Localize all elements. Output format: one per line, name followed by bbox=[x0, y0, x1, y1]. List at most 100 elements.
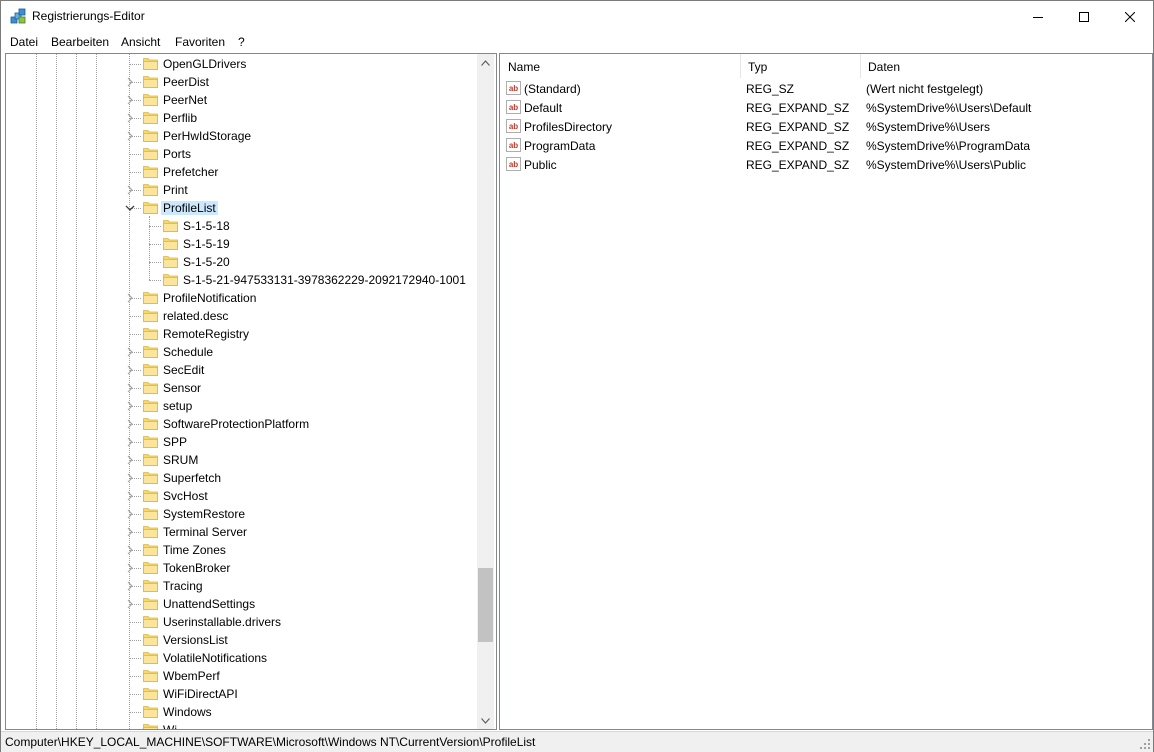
chevron-right-icon[interactable] bbox=[125, 580, 135, 592]
tree-item[interactable]: S-1-5-18 bbox=[6, 217, 476, 235]
folder-icon bbox=[143, 58, 158, 70]
scroll-down-button[interactable] bbox=[477, 712, 494, 729]
tree-item[interactable]: RemoteRegistry bbox=[6, 325, 476, 343]
tree-item[interactable]: Tracing bbox=[6, 577, 476, 595]
value-row[interactable]: ab (Standard) REG_SZ (Wert nicht festgelegt… bbox=[500, 79, 1150, 98]
tree-item[interactable]: SystemRestore bbox=[6, 505, 476, 523]
chevron-right-icon[interactable] bbox=[125, 292, 135, 304]
tree-connector bbox=[129, 658, 141, 659]
chevron-right-icon[interactable] bbox=[125, 346, 135, 358]
folder-icon bbox=[143, 526, 158, 538]
tree-item[interactable]: SoftwareProtectionPlatform bbox=[6, 415, 476, 433]
menu-datei[interactable]: Datei bbox=[10, 35, 38, 49]
chevron-right-icon[interactable] bbox=[125, 418, 135, 430]
chevron-right-icon[interactable] bbox=[125, 184, 135, 196]
resize-grip-icon[interactable] bbox=[1139, 738, 1151, 750]
menu-ansicht[interactable]: Ansicht bbox=[121, 35, 160, 49]
chevron-down-icon[interactable] bbox=[125, 202, 135, 214]
value-list-pane[interactable]: Name Typ Daten ab (Standard) REG_SZ (Wert n… bbox=[499, 53, 1153, 730]
chevron-right-icon[interactable] bbox=[125, 436, 135, 448]
chevron-right-icon[interactable] bbox=[125, 598, 135, 610]
scroll-thumb[interactable] bbox=[478, 568, 493, 642]
tree-item[interactable]: PeerDist bbox=[6, 73, 476, 91]
tree-item[interactable]: related.desc bbox=[6, 307, 476, 325]
tree-item[interactable]: Terminal Server bbox=[6, 523, 476, 541]
value-row[interactable]: ab ProfilesDirectory REG_EXPAND_SZ %SystemD… bbox=[500, 117, 1150, 136]
tree-item[interactable]: S-1-5-21-947533131-3978362229-2092172940… bbox=[6, 271, 476, 289]
tree-item[interactable]: WiFiDirectAPI bbox=[6, 685, 476, 703]
tree-item[interactable]: S-1-5-20 bbox=[6, 253, 476, 271]
tree-item[interactable]: setup bbox=[6, 397, 476, 415]
tree-item[interactable]: Time Zones bbox=[6, 541, 476, 559]
tree-item[interactable]: SPP bbox=[6, 433, 476, 451]
column-header-label: Typ bbox=[748, 60, 768, 74]
value-row[interactable]: ab Default REG_EXPAND_SZ %SystemDrive%\User… bbox=[500, 98, 1150, 117]
tree-item[interactable]: Windows bbox=[6, 703, 476, 721]
tree-item[interactable]: Wi bbox=[6, 721, 476, 729]
tree-item[interactable]: ProfileList bbox=[6, 199, 476, 217]
chevron-right-icon[interactable] bbox=[125, 364, 135, 376]
chevron-right-icon[interactable] bbox=[125, 94, 135, 106]
chevron-right-icon[interactable] bbox=[125, 544, 135, 556]
tree-item[interactable]: Perflib bbox=[6, 109, 476, 127]
tree-item[interactable]: S-1-5-19 bbox=[6, 235, 476, 253]
tree-item[interactable]: TokenBroker bbox=[6, 559, 476, 577]
tree-item[interactable]: Print bbox=[6, 181, 476, 199]
tree-item[interactable]: PeerNet bbox=[6, 91, 476, 109]
tree-vertical-scrollbar[interactable] bbox=[477, 54, 494, 729]
chevron-right-icon[interactable] bbox=[125, 508, 135, 520]
tree-connector bbox=[149, 280, 161, 281]
tree-item[interactable]: Superfetch bbox=[6, 469, 476, 487]
chevron-right-icon[interactable] bbox=[125, 76, 135, 88]
minimize-button[interactable] bbox=[1015, 1, 1061, 32]
menu-help[interactable]: ? bbox=[238, 35, 245, 49]
title-bar[interactable]: Registrierungs-Editor bbox=[1, 1, 1153, 32]
menu-bar: Datei Bearbeiten Ansicht Favoriten ? bbox=[1, 32, 1153, 52]
folder-icon bbox=[143, 436, 158, 448]
menu-favoriten[interactable]: Favoriten bbox=[175, 35, 225, 49]
tree-connector bbox=[129, 694, 141, 695]
tree-item[interactable]: VolatileNotifications bbox=[6, 649, 476, 667]
tree-item-label: PerHwIdStorage bbox=[163, 129, 252, 143]
tree-item-label: SPP bbox=[163, 435, 188, 449]
scroll-up-button[interactable] bbox=[477, 54, 494, 71]
tree-item[interactable]: SRUM bbox=[6, 451, 476, 469]
tree-item[interactable]: SecEdit bbox=[6, 361, 476, 379]
tree-item[interactable]: VersionsList bbox=[6, 631, 476, 649]
tree-item[interactable]: Ports bbox=[6, 145, 476, 163]
tree-item[interactable]: ProfileNotification bbox=[6, 289, 476, 307]
value-row[interactable]: ab ProgramData REG_EXPAND_SZ %SystemDrive%\… bbox=[500, 136, 1150, 155]
chevron-right-icon[interactable] bbox=[125, 472, 135, 484]
chevron-right-icon[interactable] bbox=[125, 382, 135, 394]
column-header-type[interactable]: Typ bbox=[740, 54, 860, 78]
chevron-right-icon[interactable] bbox=[125, 526, 135, 538]
tree-item[interactable]: Schedule bbox=[6, 343, 476, 361]
tree-item[interactable]: PerHwIdStorage bbox=[6, 127, 476, 145]
chevron-right-icon[interactable] bbox=[125, 112, 135, 124]
tree-item[interactable]: Prefetcher bbox=[6, 163, 476, 181]
tree-item[interactable]: UnattendSettings bbox=[6, 595, 476, 613]
tree-item[interactable]: WbemPerf bbox=[6, 667, 476, 685]
tree-item[interactable]: OpenGLDrivers bbox=[6, 55, 476, 73]
folder-icon bbox=[143, 76, 158, 88]
menu-bearbeiten[interactable]: Bearbeiten bbox=[51, 35, 109, 49]
tree-item-label: TokenBroker bbox=[163, 561, 231, 575]
tree-item[interactable]: SvcHost bbox=[6, 487, 476, 505]
maximize-button[interactable] bbox=[1061, 1, 1107, 32]
key-tree-pane[interactable]: OpenGLDrivers PeerDist PeerNet Perflib PerHw… bbox=[5, 53, 497, 730]
tree-item-label: Superfetch bbox=[163, 471, 222, 485]
chevron-right-icon[interactable] bbox=[125, 400, 135, 412]
folder-icon bbox=[143, 508, 158, 520]
folder-icon bbox=[143, 94, 158, 106]
tree-item[interactable]: Sensor bbox=[6, 379, 476, 397]
tree-item[interactable]: Userinstallable.drivers bbox=[6, 613, 476, 631]
chevron-right-icon[interactable] bbox=[125, 562, 135, 574]
chevron-right-icon[interactable] bbox=[125, 130, 135, 142]
svg-text:ab: ab bbox=[509, 84, 518, 93]
column-header-data[interactable]: Daten bbox=[860, 54, 1150, 78]
chevron-right-icon[interactable] bbox=[125, 454, 135, 466]
column-header-name[interactable]: Name bbox=[500, 54, 740, 78]
chevron-right-icon[interactable] bbox=[125, 490, 135, 502]
close-button[interactable] bbox=[1107, 1, 1153, 32]
value-row[interactable]: ab Public REG_EXPAND_SZ %SystemDrive%\Users… bbox=[500, 155, 1150, 174]
